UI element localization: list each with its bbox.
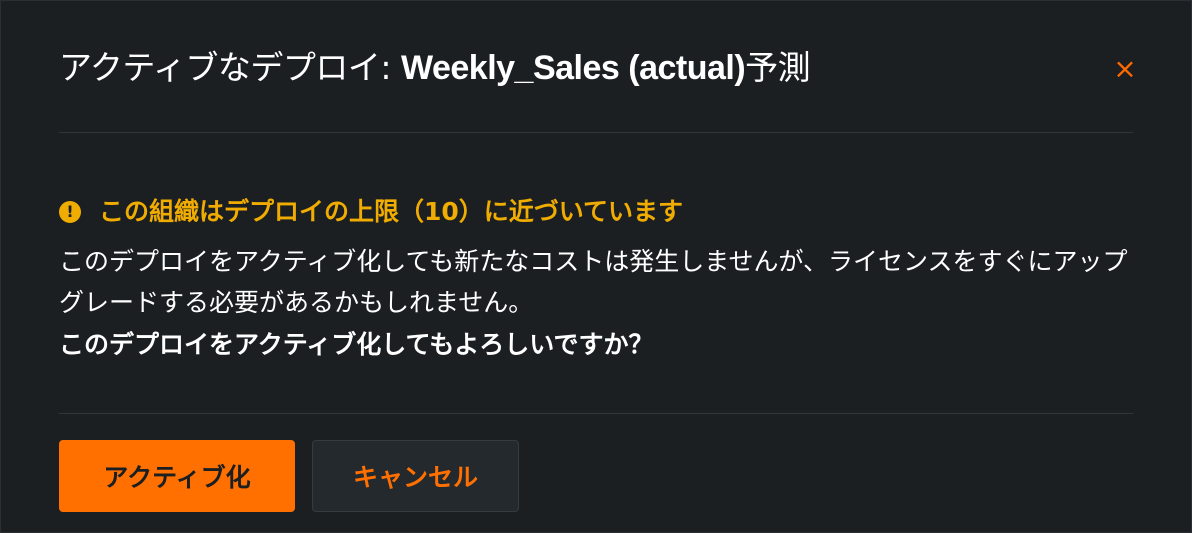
close-icon[interactable]: ×: [1109, 53, 1141, 85]
confirm-question: このデプロイをアクティブ化してもよろしいですか？: [59, 330, 654, 359]
dialog-title: アクティブなデプロイ: Weekly_Sales (actual)予測: [59, 46, 811, 90]
dialog-footer: アクティブ化 キャンセル: [59, 440, 519, 512]
warning-text: この組織はデプロイの上限（10）に近づいています: [99, 197, 684, 226]
warning-icon: !: [59, 201, 81, 223]
dialog-header: アクティブなデプロイ: Weekly_Sales (actual)予測 ×: [59, 1, 1137, 133]
dialog-body: ! この組織はデプロイの上限（10）に近づいています このデプロイをアクティブ化…: [59, 133, 1133, 414]
warning-banner: ! この組織はデプロイの上限（10）に近づいています: [59, 197, 683, 227]
cancel-button[interactable]: キャンセル: [312, 440, 519, 512]
activate-deployment-dialog: アクティブなデプロイ: Weekly_Sales (actual)予測 × ! …: [0, 0, 1192, 533]
title-prefix: アクティブなデプロイ:: [59, 48, 401, 87]
deployment-name: Weekly_Sales (actual): [400, 49, 746, 87]
message-text: このデプロイをアクティブ化しても新たなコストは発生しませんが、ライセンスをすぐに…: [59, 247, 1128, 317]
title-suffix: 予測: [745, 48, 811, 87]
activate-button[interactable]: アクティブ化: [59, 440, 295, 512]
